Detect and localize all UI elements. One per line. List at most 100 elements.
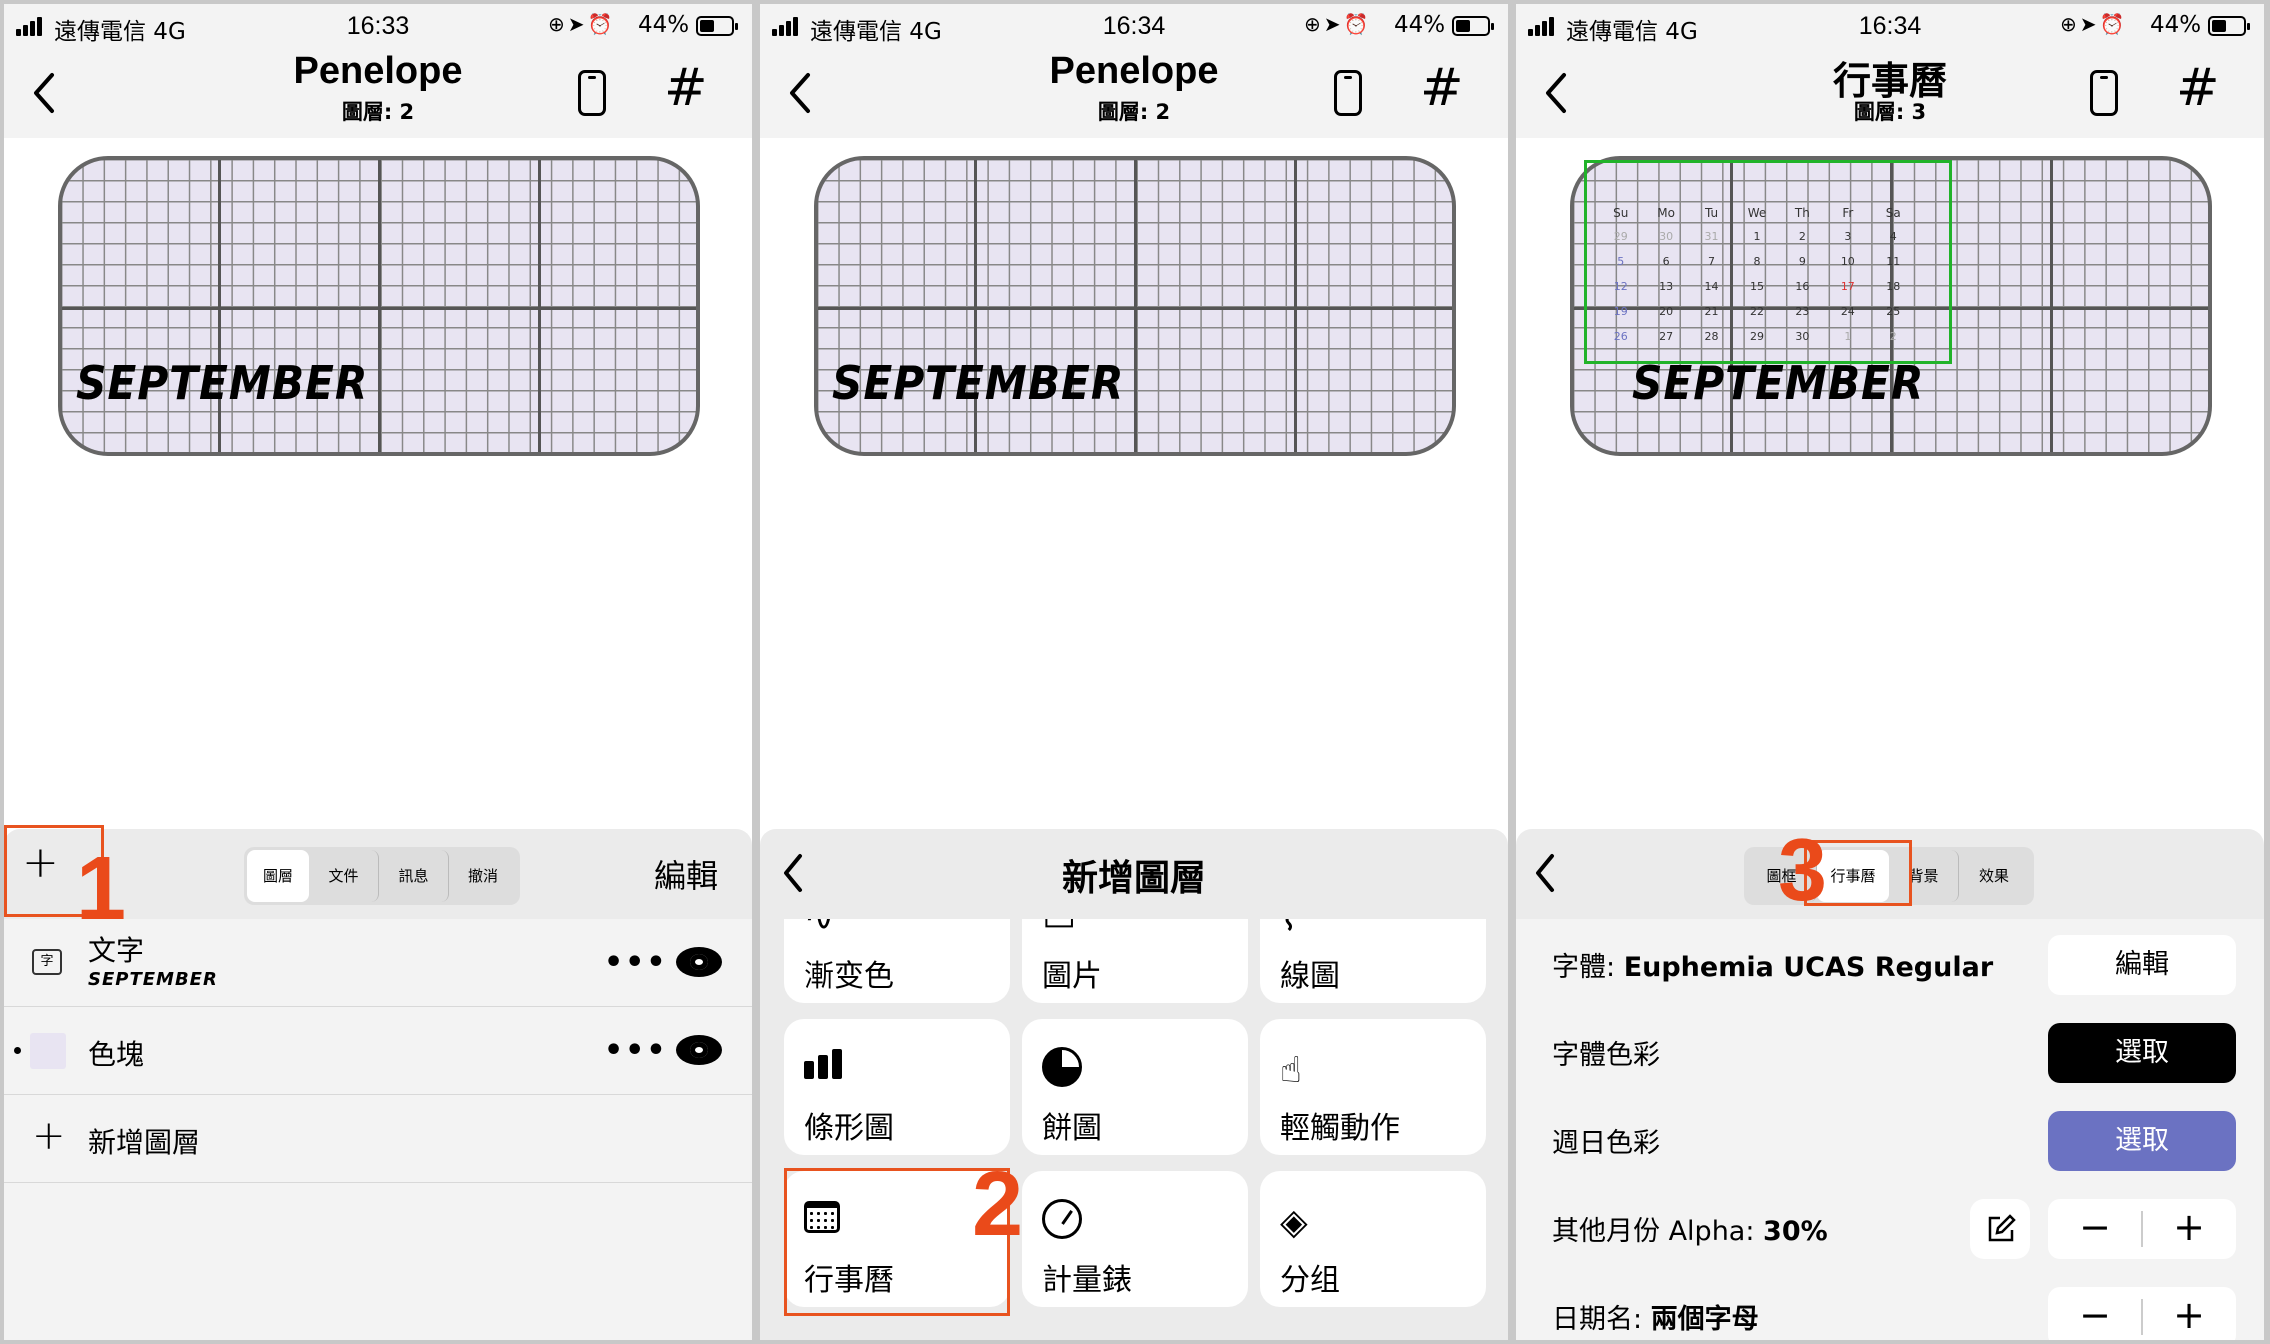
screen-layers: 遠傳電信 4G 16:33 ⊕➤⏰ 44% Penelope 圖層: 2 # S…: [4, 4, 752, 1340]
tab-undo[interactable]: 撤消: [449, 850, 517, 902]
font-color-select-button[interactable]: 選取: [2048, 1023, 2236, 1083]
nav-bar: 行事曆 圖層: 3 #: [1516, 48, 2264, 138]
font-value: Euphemia UCAS Regular: [1623, 952, 1994, 983]
font-color-row: 字體色彩 選取: [1516, 1007, 2264, 1095]
tile-gradient[interactable]: ∿ 漸变色: [784, 919, 1010, 1003]
nav-bar: Penelope 圖層: 2 #: [760, 48, 1508, 138]
battery-percent: 44%: [2150, 12, 2202, 38]
preview-text: SEPTEMBER: [1632, 356, 1925, 410]
tile-label: 線圖: [1280, 959, 1340, 994]
layer-detail: SEPTEMBER: [88, 969, 218, 990]
tile-label: 輕觸動作: [1280, 1111, 1400, 1146]
status-icons: ⊕➤⏰: [548, 12, 616, 36]
tab-info[interactable]: 訊息: [379, 850, 449, 902]
day-name-value: 兩個字母: [1650, 1304, 1759, 1335]
tile-label: 分组: [1280, 1263, 1340, 1298]
back-chevron-icon[interactable]: [1534, 853, 1556, 893]
color-swatch-icon: [30, 1033, 66, 1069]
grid-icon[interactable]: #: [2176, 62, 2220, 114]
day-name-row: 日期名: 兩個字母 − +: [1516, 1271, 2264, 1340]
status-bar: 遠傳電信 4G 16:33 ⊕➤⏰ 44%: [4, 4, 752, 48]
tab-layers[interactable]: 圖層: [247, 850, 309, 902]
tile-label: 計量錶: [1042, 1263, 1132, 1298]
tab-document[interactable]: 文件: [309, 850, 379, 902]
list-item[interactable]: 色塊 •••: [4, 1007, 752, 1095]
layer-count: 圖層: 3: [1853, 100, 1927, 124]
screen-add-layer: 遠傳電信 4G 16:34 ⊕➤⏰ 44% Penelope 圖層: 2 # S…: [760, 4, 1508, 1340]
more-icon[interactable]: •••: [604, 1033, 668, 1068]
tile-label: 漸变色: [804, 959, 894, 994]
bar-chart-icon: [804, 1049, 844, 1079]
sunday-color-select-button[interactable]: 選取: [2048, 1111, 2236, 1171]
status-icons: ⊕➤⏰: [1304, 12, 1372, 36]
segment-control: 圖層 文件 訊息 撤消: [244, 847, 520, 905]
tile-bar-chart[interactable]: 條形圖: [784, 1019, 1010, 1155]
tile-label: 圖片: [1042, 959, 1102, 994]
tile-line-chart[interactable]: ⌇ 線圖: [1260, 919, 1486, 1003]
calendar-highlight-box: [1584, 160, 1952, 364]
status-bar: 遠傳電信 4G 16:34 ⊕➤⏰ 44%: [1516, 4, 2264, 48]
step-number: 2: [972, 1153, 1024, 1255]
phone-preview-icon[interactable]: [578, 70, 606, 116]
tile-image[interactable]: ▭ 圖片: [1022, 919, 1248, 1003]
page-title: Penelope: [1049, 50, 1219, 92]
tab-effects[interactable]: 效果: [1959, 850, 2029, 902]
page-title: Penelope: [293, 50, 463, 92]
gauge-icon: [1042, 1199, 1082, 1239]
edit-button[interactable]: 編輯: [654, 851, 718, 897]
nav-bar: Penelope 圖層: 2 #: [4, 48, 752, 138]
battery-percent: 44%: [638, 12, 690, 38]
add-layer-label: 新增圖層: [88, 1126, 201, 1159]
tile-gauge[interactable]: 計量錶: [1022, 1171, 1248, 1307]
screen-calendar-settings: 遠傳電信 4G 16:34 ⊕➤⏰ 44% 行事曆 圖層: 3 # SEPTEM…: [1516, 4, 2264, 1340]
font-color-label: 字體色彩: [1552, 1040, 1660, 1071]
preview-text: SEPTEMBER: [832, 356, 1125, 410]
selection-dot: [14, 1047, 21, 1054]
font-label: 字體: Euphemia UCAS Regular: [1552, 952, 1994, 983]
tile-label: 餅圖: [1042, 1111, 1102, 1146]
layer-list: 字 文字 SEPTEMBER ••• 色塊 ••• + 新增圖層: [4, 919, 752, 1340]
hand-tap-icon: ☝: [1280, 1050, 1302, 1091]
list-item[interactable]: + 新增圖層: [4, 1095, 752, 1183]
phone-preview-icon[interactable]: [2090, 70, 2118, 116]
waveform-icon: ⌇: [1280, 919, 1298, 937]
pie-chart-icon: [1042, 1047, 1082, 1087]
day-name-label: 日期名: 兩個字母: [1552, 1304, 1759, 1335]
grid-icon[interactable]: #: [664, 62, 708, 114]
add-layer-header: 新增圖層: [760, 829, 1508, 919]
layer-name: 色塊: [88, 1038, 145, 1071]
layers-stack-icon: ◈: [1280, 1202, 1308, 1243]
day-name-stepper[interactable]: − +: [2048, 1287, 2236, 1340]
image-icon: ▭: [1042, 919, 1076, 937]
gradient-icon: ∿: [804, 919, 834, 937]
layer-name: 文字: [88, 934, 145, 967]
tile-label: 條形圖: [804, 1111, 894, 1146]
visibility-eye-icon[interactable]: [676, 1035, 722, 1065]
tile-tap-action[interactable]: ☝ 輕觸動作: [1260, 1019, 1486, 1155]
sheet-title: 新增圖層: [1061, 858, 1206, 899]
battery-icon: [696, 16, 738, 36]
more-icon[interactable]: •••: [604, 945, 668, 980]
text-layer-icon: 字: [32, 949, 62, 975]
alpha-stepper[interactable]: − +: [2048, 1199, 2236, 1259]
preview-text: SEPTEMBER: [76, 356, 369, 410]
sunday-color-row: 週日色彩 選取: [1516, 1095, 2264, 1183]
widget-preview: SEPTEMBER: [814, 156, 1456, 456]
font-row: 字體: Euphemia UCAS Regular 編輯: [1516, 919, 2264, 1007]
plus-icon: +: [32, 1113, 66, 1159]
tile-pie-chart[interactable]: 餅圖: [1022, 1019, 1248, 1155]
other-month-alpha-row: 其他月份 Alpha: 30% − +: [1516, 1183, 2264, 1271]
list-item[interactable]: 字 文字 SEPTEMBER •••: [4, 919, 752, 1007]
phone-preview-icon[interactable]: [1334, 70, 1362, 116]
font-edit-button[interactable]: 編輯: [2048, 935, 2236, 995]
alpha-value: 30%: [1763, 1216, 1828, 1247]
edit-square-icon[interactable]: [1970, 1199, 2030, 1259]
step-number: 3: [1778, 820, 1827, 919]
other-month-alpha-label: 其他月份 Alpha: 30%: [1552, 1216, 1828, 1247]
calendar-properties: 字體: Euphemia UCAS Regular 編輯 字體色彩 選取 週日色…: [1516, 919, 2264, 1340]
tile-group[interactable]: ◈ 分组: [1260, 1171, 1486, 1307]
sunday-color-label: 週日色彩: [1552, 1128, 1660, 1159]
battery-icon: [2208, 16, 2250, 36]
grid-icon[interactable]: #: [1420, 62, 1464, 114]
visibility-eye-icon[interactable]: [676, 947, 722, 977]
